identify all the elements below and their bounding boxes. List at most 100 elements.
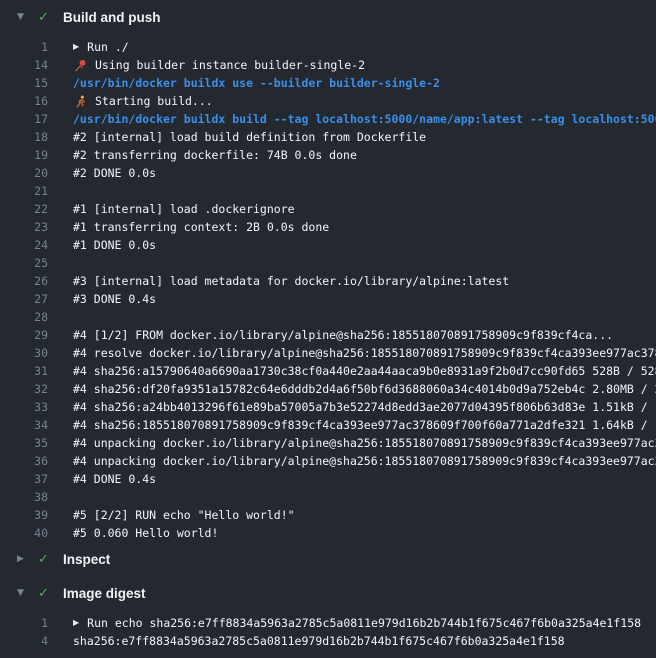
section-header[interactable]: ▼ ✓ Image digest: [0, 582, 656, 604]
line-number[interactable]: 22: [0, 200, 48, 218]
line-number[interactable]: 39: [0, 506, 48, 524]
log-line[interactable]: 27 #3 DONE 0.4s: [0, 290, 656, 308]
log-line[interactable]: 24 #1 DONE 0.0s: [0, 236, 656, 254]
line-number[interactable]: 1: [0, 38, 48, 56]
section-header[interactable]: ▶ ✓ Inspect: [0, 548, 656, 570]
line-content: #4 sha256:df20fa9351a15782c64e6dddb2d4a6…: [48, 380, 656, 398]
line-number[interactable]: 1: [0, 614, 48, 632]
line-text: #2 [internal] load build definition from…: [73, 128, 426, 146]
run-group-chevron-icon[interactable]: ▶: [73, 614, 79, 632]
log-line[interactable]: 38: [0, 488, 656, 506]
section-title: Image digest: [63, 586, 146, 601]
line-text: #4 [1/2] FROM docker.io/library/alpine@s…: [73, 326, 613, 344]
line-content: #4 sha256:185518070891758909c9f839cf4ca3…: [48, 416, 656, 434]
log-line[interactable]: 1 ▶Run echo sha256:e7ff8834a5963a2785c5a…: [0, 614, 656, 632]
success-check-icon: ✓: [38, 552, 54, 567]
line-content: Starting build...: [48, 92, 656, 110]
log-line[interactable]: 4 sha256:e7ff8834a5963a2785c5a0811e979d1…: [0, 632, 656, 650]
line-text: #3 DONE 0.4s: [73, 290, 156, 308]
line-number[interactable]: 4: [0, 632, 48, 650]
line-number[interactable]: 16: [0, 92, 48, 110]
line-number[interactable]: 37: [0, 470, 48, 488]
line-content: #4 unpacking docker.io/library/alpine@sh…: [48, 434, 656, 452]
line-content: ▶ Run ./: [48, 38, 656, 56]
log-line[interactable]: 1 ▶ Run ./: [0, 38, 656, 56]
line-number[interactable]: 33: [0, 398, 48, 416]
line-content: #2 transferring dockerfile: 74B 0.0s don…: [48, 146, 656, 164]
line-text: #2 transferring dockerfile: 74B 0.0s don…: [73, 146, 357, 164]
line-number[interactable]: 15: [0, 74, 48, 92]
success-check-icon: ✓: [38, 10, 54, 25]
line-number[interactable]: 20: [0, 164, 48, 182]
line-text: Using builder instance builder-single-2: [95, 56, 365, 74]
line-number[interactable]: 38: [0, 488, 48, 506]
line-text: #2 DONE 0.0s: [73, 164, 156, 182]
line-text: #4 unpacking docker.io/library/alpine@sh…: [73, 452, 656, 470]
line-number[interactable]: 18: [0, 128, 48, 146]
line-content: #4 sha256:a24bb4013296f61e89ba57005a7b3e…: [48, 398, 656, 416]
log-line[interactable]: 40 #5 0.060 Hello world!: [0, 524, 656, 542]
log-line[interactable]: 32 #4 sha256:df20fa9351a15782c64e6dddb2d…: [0, 380, 656, 398]
log-line[interactable]: 34 #4 sha256:185518070891758909c9f839cf4…: [0, 416, 656, 434]
expand-triangle-icon[interactable]: ▶: [17, 548, 31, 570]
line-number[interactable]: 30: [0, 344, 48, 362]
log-line[interactable]: 30 #4 resolve docker.io/library/alpine@s…: [0, 344, 656, 362]
line-number[interactable]: 32: [0, 380, 48, 398]
log-line[interactable]: 16 Starting build...: [0, 92, 656, 110]
log-line[interactable]: 28: [0, 308, 656, 326]
line-text: #4 sha256:df20fa9351a15782c64e6dddb2d4a6…: [73, 380, 656, 398]
log-line[interactable]: 25: [0, 254, 656, 272]
section-title: Inspect: [63, 552, 110, 567]
line-content: Using builder instance builder-single-2: [48, 56, 656, 74]
run-group-chevron-icon[interactable]: ▶: [73, 38, 79, 56]
line-number[interactable]: 23: [0, 218, 48, 236]
line-number[interactable]: 21: [0, 182, 48, 200]
log-line[interactable]: 14 Using builder instance builder-single…: [0, 56, 656, 74]
line-number[interactable]: 31: [0, 362, 48, 380]
line-number[interactable]: 29: [0, 326, 48, 344]
line-number[interactable]: 14: [0, 56, 48, 74]
line-text: #4 sha256:a24bb4013296f61e89ba57005a7b3e…: [73, 398, 656, 416]
line-text: #4 sha256:a15790640a6690aa1730c38cf0a440…: [73, 362, 656, 380]
line-number[interactable]: 19: [0, 146, 48, 164]
log-line[interactable]: 20 #2 DONE 0.0s: [0, 164, 656, 182]
expand-triangle-icon[interactable]: ▼: [17, 582, 31, 604]
log-line[interactable]: 23 #1 transferring context: 2B 0.0s done: [0, 218, 656, 236]
log-line[interactable]: 29 #4 [1/2] FROM docker.io/library/alpin…: [0, 326, 656, 344]
line-text: Starting build...: [95, 92, 213, 110]
line-number[interactable]: 35: [0, 434, 48, 452]
log-line[interactable]: 36 #4 unpacking docker.io/library/alpine…: [0, 452, 656, 470]
line-content: /usr/bin/docker buildx build --tag local…: [48, 110, 656, 128]
line-number[interactable]: 17: [0, 110, 48, 128]
log-line[interactable]: 35 #4 unpacking docker.io/library/alpine…: [0, 434, 656, 452]
line-number[interactable]: 34: [0, 416, 48, 434]
runner-icon: [73, 94, 87, 108]
line-number[interactable]: 26: [0, 272, 48, 290]
line-text: #4 unpacking docker.io/library/alpine@sh…: [73, 434, 656, 452]
line-text: Run ./: [87, 38, 129, 56]
log-line[interactable]: 18 #2 [internal] load build definition f…: [0, 128, 656, 146]
log-line[interactable]: 33 #4 sha256:a24bb4013296f61e89ba57005a7…: [0, 398, 656, 416]
log-line[interactable]: 22 #1 [internal] load .dockerignore: [0, 200, 656, 218]
log-line[interactable]: 21: [0, 182, 656, 200]
log-line[interactable]: 17 /usr/bin/docker buildx build --tag lo…: [0, 110, 656, 128]
log-line[interactable]: 19 #2 transferring dockerfile: 74B 0.0s …: [0, 146, 656, 164]
log-line[interactable]: 39 #5 [2/2] RUN echo "Hello world!": [0, 506, 656, 524]
pushpin-icon: [73, 58, 87, 72]
line-number[interactable]: 40: [0, 524, 48, 542]
line-number[interactable]: 28: [0, 308, 48, 326]
line-content: #4 sha256:a15790640a6690aa1730c38cf0a440…: [48, 362, 656, 380]
line-content: #1 transferring context: 2B 0.0s done: [48, 218, 656, 236]
log-line[interactable]: 26 #3 [internal] load metadata for docke…: [0, 272, 656, 290]
line-number[interactable]: 36: [0, 452, 48, 470]
log-line[interactable]: 37 #4 DONE 0.4s: [0, 470, 656, 488]
log-line[interactable]: 15 /usr/bin/docker buildx use --builder …: [0, 74, 656, 92]
line-text: #5 0.060 Hello world!: [73, 524, 218, 542]
line-content: #3 [internal] load metadata for docker.i…: [48, 272, 656, 290]
section-header[interactable]: ▼ ✓ Build and push: [0, 6, 656, 28]
line-number[interactable]: 25: [0, 254, 48, 272]
line-number[interactable]: 27: [0, 290, 48, 308]
line-number[interactable]: 24: [0, 236, 48, 254]
expand-triangle-icon[interactable]: ▼: [17, 6, 31, 28]
log-line[interactable]: 31 #4 sha256:a15790640a6690aa1730c38cf0a…: [0, 362, 656, 380]
